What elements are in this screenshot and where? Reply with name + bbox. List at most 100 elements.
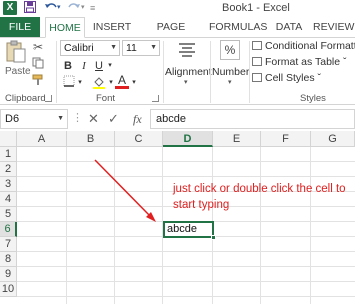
tab-formulas[interactable]: FORMULAS <box>209 17 267 37</box>
resize-handle-icon[interactable]: ⋮ <box>72 111 83 124</box>
redo-icon[interactable] <box>67 1 81 15</box>
paste-label: Paste <box>5 66 31 77</box>
gridline <box>17 281 355 282</box>
font-color-button[interactable]: A <box>115 73 129 89</box>
row-header-5[interactable]: 5 <box>0 207 17 222</box>
gridline <box>17 251 355 252</box>
save-icon[interactable] <box>24 1 36 15</box>
font-color-dropdown-icon[interactable]: ▾ <box>130 75 138 91</box>
borders-dropdown-icon[interactable]: ▾ <box>76 75 84 91</box>
conditional-formatting-icon <box>252 41 262 50</box>
column-header-b[interactable]: B <box>67 131 115 147</box>
group-divider <box>210 41 211 103</box>
worksheet-grid[interactable]: A B C D E F G 1 2 3 4 5 6 7 8 9 10 <box>0 131 355 304</box>
row-header-10[interactable]: 10 <box>0 282 17 297</box>
select-all-corner[interactable] <box>0 131 17 147</box>
fill-handle[interactable] <box>211 235 216 240</box>
tab-review[interactable]: REVIEW <box>313 17 355 37</box>
row-header-9[interactable]: 9 <box>0 267 17 282</box>
column-header-e[interactable]: E <box>213 131 261 147</box>
name-box-value: D6 <box>5 113 20 125</box>
percent-icon: % <box>220 40 240 60</box>
formula-bar: D6 ▼ ⋮ ✕ ✓ fx abcde <box>0 109 355 129</box>
gridline <box>17 296 355 297</box>
paste-icon <box>6 40 26 63</box>
tab-data[interactable]: DATA <box>273 17 305 37</box>
row-header-6[interactable]: 6 <box>0 222 17 237</box>
format-as-table-icon <box>252 57 262 66</box>
clipboard-group-label: Clipboard <box>5 93 46 104</box>
styles-group-label: Styles <box>300 93 326 104</box>
bold-button[interactable]: B <box>62 58 74 74</box>
chevron-down-icon: ▾ <box>184 79 188 86</box>
chevron-down-icon: ▼ <box>57 115 64 122</box>
tab-page-layout[interactable]: PAGE LAYOUT <box>138 17 204 53</box>
number-label: Number <box>212 66 250 78</box>
group-divider <box>56 41 57 103</box>
fill-color-icon[interactable] <box>92 75 106 91</box>
annotation-text: just click or double click the cell to s… <box>173 183 346 211</box>
conditional-formatting-button[interactable]: Conditional Formattin <box>252 40 355 52</box>
column-header-f[interactable]: F <box>261 131 311 147</box>
font-family-select[interactable]: Calibri ▼ <box>60 40 120 56</box>
paste-button[interactable]: Paste <box>3 40 31 80</box>
cut-icon[interactable]: ✂ <box>31 40 45 54</box>
gridline <box>17 176 355 177</box>
cancel-icon[interactable]: ✕ <box>88 110 99 128</box>
ribbon-tabs: FILE HOME INSERT PAGE LAYOUT FORMULAS DA… <box>0 17 355 53</box>
number-format-button[interactable]: % Number ▾ <box>212 40 250 90</box>
tab-file[interactable]: FILE <box>0 17 40 37</box>
format-painter-icon[interactable] <box>31 74 45 88</box>
fill-color-dropdown-icon[interactable]: ▾ <box>107 75 115 91</box>
clipboard-launcher-icon[interactable] <box>45 95 52 102</box>
format-as-table-label: Format as Table ˇ <box>265 56 347 68</box>
row-header-1[interactable]: 1 <box>0 147 17 162</box>
copy-icon[interactable] <box>31 57 45 71</box>
group-divider <box>163 41 164 103</box>
ribbon-home: Paste ✂ Clipboard Calibri ▼ 11 ▼ B I U ▾… <box>0 37 355 105</box>
font-group-label: Font <box>96 93 116 104</box>
alignment-label: Alignment <box>165 66 212 78</box>
gridline <box>17 266 355 267</box>
active-cell-d6[interactable]: abcde <box>163 221 214 238</box>
cell-styles-button[interactable]: Cell Styles ˇ <box>252 72 321 84</box>
group-divider <box>249 41 250 103</box>
format-as-table-button[interactable]: Format as Table ˇ <box>252 56 347 68</box>
underline-button[interactable]: U <box>93 58 105 74</box>
undo-icon[interactable] <box>44 1 58 15</box>
column-header-c[interactable]: C <box>115 131 163 147</box>
excel-logo-icon: X <box>3 1 17 15</box>
conditional-formatting-label: Conditional Formattin <box>265 40 355 52</box>
insert-function-button[interactable]: fx <box>133 110 142 128</box>
title-bar: X ▾ ▾ ≡ Book1 - Excel <box>0 0 355 17</box>
chevron-down-icon: ▾ <box>228 79 232 86</box>
italic-button[interactable]: I <box>78 58 90 74</box>
row-header-3[interactable]: 3 <box>0 177 17 192</box>
redo-dropdown-icon[interactable]: ▾ <box>81 1 85 15</box>
cell-styles-label: Cell Styles ˇ <box>265 72 322 84</box>
window-title: Book1 - Excel <box>222 2 290 14</box>
underline-dropdown-icon[interactable]: ▾ <box>106 58 114 74</box>
tab-home[interactable]: HOME <box>45 17 85 38</box>
chevron-down-icon: ▼ <box>150 44 157 51</box>
formula-input[interactable]: abcde <box>150 109 355 129</box>
row-header-7[interactable]: 7 <box>0 237 17 252</box>
row-header-2[interactable]: 2 <box>0 162 17 177</box>
column-header-a[interactable]: A <box>17 131 67 147</box>
chevron-down-icon: ▼ <box>110 44 117 51</box>
column-header-g[interactable]: G <box>311 131 355 147</box>
font-family-value: Calibri <box>64 42 94 54</box>
row-header-8[interactable]: 8 <box>0 252 17 267</box>
borders-icon[interactable] <box>62 75 76 91</box>
name-box[interactable]: D6 ▼ <box>0 109 68 129</box>
font-size-select[interactable]: 11 ▼ <box>122 40 160 56</box>
tab-insert[interactable]: INSERT <box>90 17 134 37</box>
customize-toolbar-icon[interactable]: ≡ <box>90 1 95 15</box>
alignment-button[interactable]: Alignment ▾ <box>165 40 212 90</box>
undo-dropdown-icon[interactable]: ▾ <box>57 1 61 15</box>
enter-icon[interactable]: ✓ <box>108 110 119 128</box>
alignment-icon <box>179 43 195 57</box>
font-launcher-icon[interactable] <box>152 95 159 102</box>
row-header-4[interactable]: 4 <box>0 192 17 207</box>
column-header-d[interactable]: D <box>163 131 213 147</box>
